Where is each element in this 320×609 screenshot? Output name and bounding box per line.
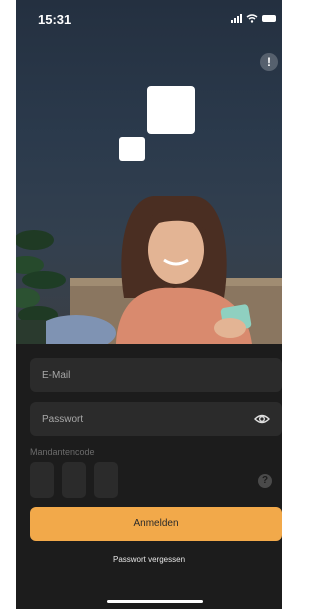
phone-screen: 15:31 ! Mandanten [16,0,282,609]
client-code-box-1[interactable] [30,462,54,498]
password-field[interactable] [42,402,242,436]
info-icon[interactable]: ! [260,53,278,71]
email-field-container [30,358,282,392]
wifi-icon [246,14,258,23]
signal-icon [231,14,242,23]
client-code-label: Mandantencode [30,447,95,457]
battery-icon [262,15,276,22]
login-button[interactable]: Anmelden [30,507,282,541]
app-logo-square-small [119,137,145,161]
app-logo-square-large [147,86,195,134]
forgot-password-link[interactable]: Passwort vergessen [16,555,282,564]
status-time: 15:31 [38,12,72,27]
woman-with-phone [46,196,282,344]
eye-icon[interactable] [254,412,270,426]
email-field[interactable] [42,358,242,392]
home-indicator [107,600,203,603]
hero-image: 15:31 ! [16,0,282,344]
help-icon[interactable]: ? [258,474,272,488]
client-code-box-3[interactable] [94,462,118,498]
system-icons [231,14,276,23]
status-bar: 15:31 [16,0,282,34]
password-field-container [30,402,282,436]
client-code-box-2[interactable] [62,462,86,498]
login-form: Mandantencode ? Anmelden Passwort verges… [16,344,282,609]
